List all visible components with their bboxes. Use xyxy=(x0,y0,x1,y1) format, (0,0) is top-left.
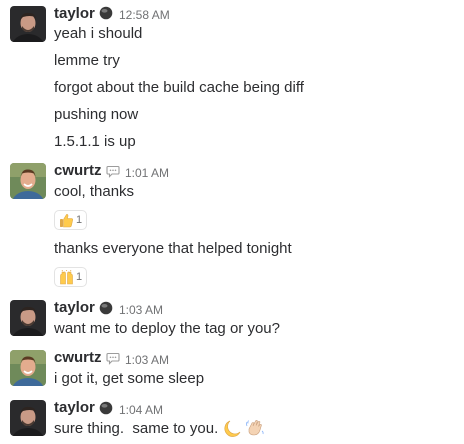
raised-hands-icon xyxy=(59,269,74,285)
speech-bubble-icon xyxy=(106,164,120,178)
away-dot-icon xyxy=(99,401,113,415)
sender-name[interactable]: cwurtz xyxy=(54,349,102,367)
avatar-taylor[interactable] xyxy=(10,300,46,336)
reaction-count: 1 xyxy=(76,271,83,283)
message-text: i got it, get some sleep xyxy=(54,370,205,387)
reaction-raised-hands[interactable]: 1 xyxy=(54,267,87,287)
message-text: sure thing. same to you. xyxy=(54,420,219,437)
reaction-thumbs-up[interactable]: 1 xyxy=(54,210,87,230)
crescent-moon-icon xyxy=(222,419,242,439)
avatar-taylor[interactable] xyxy=(10,400,46,436)
timestamp[interactable]: 1:01 AM xyxy=(125,166,169,180)
avatar-cwurtz[interactable] xyxy=(10,163,46,199)
message-text: forgot about the build cache being diff xyxy=(54,79,304,96)
message-text: 1.5.1.1 is up xyxy=(54,133,136,150)
message-text: cool, thanks xyxy=(54,183,135,200)
sender-name[interactable]: taylor xyxy=(54,299,95,317)
reaction-count: 1 xyxy=(76,214,83,226)
sender-name[interactable]: cwurtz xyxy=(54,162,102,180)
away-dot-icon xyxy=(99,6,113,20)
waving-hand-icon xyxy=(245,418,265,438)
away-dot-icon xyxy=(99,301,113,315)
message-text: pushing now xyxy=(54,106,139,123)
message-text: thanks everyone that helped tonight xyxy=(54,240,292,257)
timestamp[interactable]: 1:03 AM xyxy=(119,303,163,317)
message-text: yeah i should xyxy=(54,25,143,42)
sender-name[interactable]: taylor xyxy=(54,399,95,417)
avatar-cwurtz[interactable] xyxy=(10,350,46,386)
message-text: lemme try xyxy=(54,52,120,69)
thumbs-up-icon xyxy=(59,213,74,228)
timestamp[interactable]: 1:03 AM xyxy=(125,353,169,367)
sender-name[interactable]: taylor xyxy=(54,5,95,23)
timestamp[interactable]: 12:58 AM xyxy=(119,8,170,22)
message-text: want me to deploy the tag or you? xyxy=(54,320,280,337)
avatar-taylor[interactable] xyxy=(10,6,46,42)
speech-bubble-icon xyxy=(106,351,120,365)
timestamp[interactable]: 1:04 AM xyxy=(119,403,163,417)
